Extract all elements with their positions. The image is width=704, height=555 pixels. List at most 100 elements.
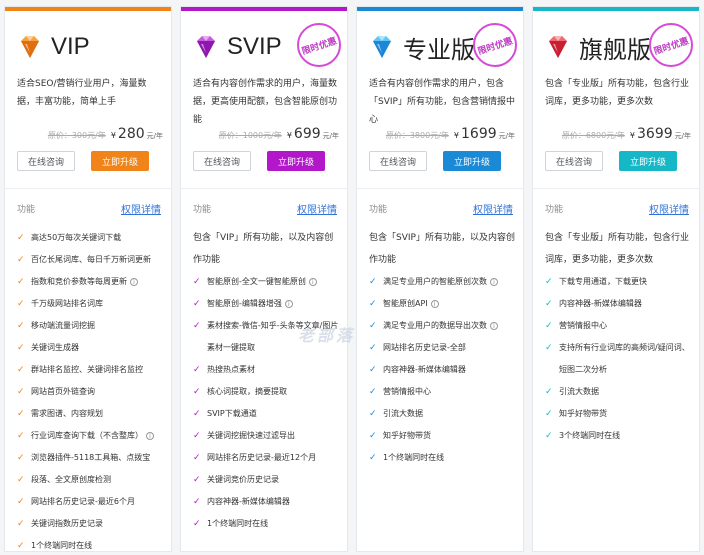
price-amount: 280	[117, 126, 145, 142]
feature-item: ✓ 网站排名历史记录-最近6个月	[17, 491, 165, 513]
feature-item: ✓ 关键词竞价历史记录	[193, 469, 341, 491]
feature-text: 网站排名历史记录-全部	[383, 343, 466, 352]
feature-list: ✓ 高达50万每次关键词下载 ✓ 百亿长尾词库、每日千万新词更新 ✓ 指数和竞价参数等每周…	[5, 227, 171, 555]
feature-text: 知乎好物带货	[559, 409, 607, 418]
consult-button[interactable]: 在线咨询	[545, 151, 603, 171]
price-amount: 3699	[637, 126, 673, 142]
check-icon: ✓	[193, 299, 201, 309]
red-diamond-icon	[543, 32, 573, 62]
feature-item: ✓ 知乎好物带货	[545, 403, 693, 425]
plan-title-row: SVIP	[191, 29, 282, 65]
price-amount: 1699	[461, 126, 497, 142]
permission-details-link[interactable]: 权限详情	[297, 201, 337, 216]
permission-details-link[interactable]: 权限详情	[473, 201, 513, 216]
features-intro: 包含「专业版」所有功能，包含行业词库，更多功能，更多次数	[545, 233, 690, 265]
check-icon: ✓	[193, 475, 201, 485]
feature-item: ✓ 内容神器-新媒体编辑器	[545, 293, 693, 315]
plan-description: 适合有内容创作需求的用户，海量数据，更高使用配额，包含智能原创功能	[193, 79, 338, 125]
price-unit: 元/年	[322, 132, 339, 140]
feature-text: 关键词挖掘快速过滤导出	[207, 431, 295, 440]
plan-title: 旗舰版	[579, 36, 651, 64]
upgrade-button[interactable]: 立即升级	[91, 151, 149, 171]
check-icon: ✓	[17, 541, 25, 551]
feature-text: 知乎好物带货	[383, 431, 431, 440]
plan-title-row: 专业版	[367, 29, 475, 65]
feature-item: ✓ 满足专业用户的智能原创次数 i	[369, 271, 517, 293]
feature-text: 引流大数据	[383, 409, 423, 418]
feature-text: 智能原创API	[383, 299, 428, 308]
info-icon[interactable]: i	[130, 277, 138, 286]
feature-text: 网站排名历史记录-最近12个月	[207, 453, 317, 462]
feature-text: 1个终端同时在线	[383, 453, 445, 462]
currency-symbol: ¥	[629, 131, 635, 140]
feature-text: 内容神器-新媒体编辑器	[207, 497, 290, 506]
check-icon: ✓	[17, 409, 25, 419]
info-icon[interactable]: i	[308, 277, 317, 286]
check-icon: ✓	[545, 431, 553, 441]
feature-text: 关键词竞价历史记录	[207, 475, 279, 484]
check-icon: ✓	[17, 497, 25, 507]
plan-card: 专业版 限时优惠 适合有内容创作需求的用户，包含「SVIP」所有功能，包含营销情报中…	[356, 6, 524, 552]
info-icon[interactable]: i	[146, 431, 154, 440]
upgrade-button[interactable]: 立即升级	[443, 151, 501, 171]
info-icon[interactable]: i	[430, 299, 439, 308]
check-icon: ✓	[193, 277, 201, 287]
check-icon: ✓	[17, 233, 25, 243]
currency-symbol: ¥	[286, 131, 292, 140]
consult-button[interactable]: 在线咨询	[369, 151, 427, 171]
feature-item: ✓ 智能原创-编辑器增强 i	[193, 293, 341, 315]
check-icon: ✓	[17, 255, 25, 265]
limited-offer-text: 限时优惠	[652, 36, 691, 57]
feature-item: ✓ 智能原创-全文一键智能原创 i	[193, 271, 341, 293]
feature-text: 热搜热点素材	[207, 365, 255, 374]
features-label: 功能	[193, 204, 212, 215]
feature-list: ✓ 智能原创-全文一键智能原创 i ✓ 智能原创-编辑器增强 i ✓ 素材搜索-微信-知乎-头…	[181, 271, 347, 535]
limited-offer-text: 限时优惠	[476, 36, 515, 57]
feature-text: 3个终端同时在线	[559, 431, 621, 440]
feature-item: ✓ 群站排名监控、关键词排名监控	[17, 359, 165, 381]
feature-item: ✓ 关键词生成器	[17, 337, 165, 359]
check-icon: ✓	[369, 387, 377, 397]
orange-diamond-icon	[15, 32, 45, 62]
permission-details-link[interactable]: 权限详情	[121, 201, 161, 216]
feature-text: 网站首页外链查询	[31, 387, 95, 396]
limited-offer-stamp: 限时优惠	[473, 23, 517, 67]
check-icon: ✓	[193, 431, 201, 441]
pricing-plans: 旗舰版 限时优惠 包含「专业版」所有功能，包含行业词库，更多功能，更多次数 原价：68…	[0, 0, 704, 555]
feature-text: 智能原创-全文一键智能原创	[207, 277, 306, 286]
watermark: 老部落	[298, 326, 356, 345]
feature-item: ✓ 支持所有行业词库的高频词/疑问词、短图二次分析	[545, 337, 693, 381]
check-icon: ✓	[369, 453, 377, 463]
feature-item: ✓ 核心词提取，摘要提取	[193, 381, 341, 403]
feature-item: ✓ 网站排名历史记录-全部	[369, 337, 517, 359]
plan-card: SVIP 限时优惠 适合有内容创作需求的用户，海量数据，更高使用配额，包含智能原创功…	[180, 6, 348, 552]
feature-text: 1个终端同时在线	[207, 519, 269, 528]
permission-details-link[interactable]: 权限详情	[649, 201, 689, 216]
feature-item: ✓ 网站排名历史记录-最近12个月	[193, 447, 341, 469]
feature-item: ✓ 下载专用通道，下载更快	[545, 271, 693, 293]
feature-text: 网站排名历史记录-最近6个月	[31, 497, 135, 506]
feature-item: ✓ 热搜热点素材	[193, 359, 341, 381]
feature-text: 满足专业用户的数据导出次数	[383, 321, 487, 330]
feature-item: ✓ 关键词挖掘快速过滤导出	[193, 425, 341, 447]
plan-header: SVIP 限时优惠 适合有内容创作需求的用户，海量数据，更高使用配额，包含智能原创功…	[181, 11, 347, 189]
features-header: 功能 权限详情	[357, 189, 523, 227]
info-icon[interactable]: i	[284, 299, 293, 308]
check-icon: ✓	[369, 431, 377, 441]
blue-diamond-icon	[367, 32, 397, 62]
upgrade-button[interactable]: 立即升级	[619, 151, 677, 171]
price-row: 原价：300元/年 ¥280 元/年	[48, 126, 163, 142]
feature-item: ✓ 移动端流量词挖掘	[17, 315, 165, 337]
check-icon: ✓	[17, 343, 25, 353]
consult-button[interactable]: 在线咨询	[193, 151, 251, 171]
info-icon[interactable]: i	[490, 277, 498, 286]
price-row: 原价：1000元/年 ¥699 元/年	[219, 126, 339, 142]
check-icon: ✓	[369, 277, 377, 287]
feature-item: ✓ 关键词指数历史记录	[17, 513, 165, 535]
consult-button[interactable]: 在线咨询	[17, 151, 75, 171]
check-icon: ✓	[193, 365, 201, 375]
info-icon[interactable]: i	[490, 321, 498, 330]
currency-symbol: ¥	[110, 131, 116, 140]
upgrade-button[interactable]: 立即升级	[267, 151, 325, 171]
check-icon: ✓	[369, 343, 377, 353]
